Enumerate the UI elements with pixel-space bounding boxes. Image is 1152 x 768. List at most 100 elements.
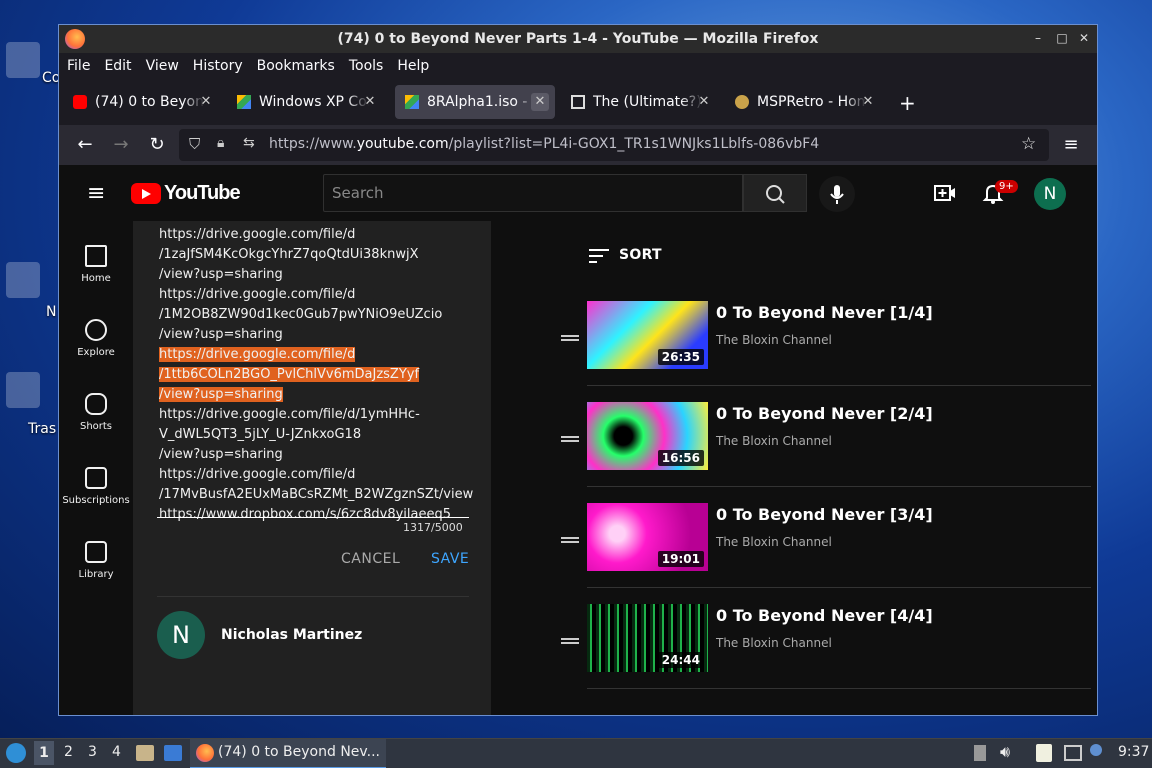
menu-view[interactable]: View bbox=[146, 58, 179, 74]
url-text: https://www.youtube.com/playlist?list=PL… bbox=[269, 136, 819, 152]
menu-edit[interactable]: Edit bbox=[104, 58, 131, 74]
title-bar[interactable]: (74) 0 to Beyond Never Parts 1-4 - YouTu… bbox=[59, 25, 1097, 53]
show-desktop-icon[interactable] bbox=[164, 745, 182, 761]
nav-subscriptions[interactable]: Subscriptions bbox=[59, 467, 133, 506]
menu-tools[interactable]: Tools bbox=[349, 58, 384, 74]
file-manager-icon[interactable] bbox=[136, 745, 154, 761]
owner-name[interactable]: Nicholas Martinez bbox=[221, 627, 362, 643]
tab-label: (74) 0 to Beyond Never Parts 1-4 - YouTu… bbox=[95, 94, 205, 110]
menu-help[interactable]: Help bbox=[397, 58, 429, 74]
storage-icon[interactable] bbox=[974, 745, 986, 761]
permissions-icon[interactable]: ⇆ bbox=[243, 135, 255, 151]
minimize-button[interactable]: – bbox=[1029, 29, 1047, 47]
tab-windows-xp[interactable]: Windows XP Community ✕ bbox=[227, 85, 385, 119]
taskbar-app-firefox[interactable]: (74) 0 to Beyond Nev... bbox=[190, 739, 386, 768]
notification-icon[interactable] bbox=[1090, 744, 1102, 756]
hamburger-menu-icon[interactable]: ≡ bbox=[1059, 133, 1083, 157]
youtube-logo[interactable]: YouTube bbox=[131, 182, 241, 205]
playlist-video-item[interactable]: 19:01 0 To Beyond Never [3/4] The Bloxin… bbox=[551, 503, 1091, 604]
nav-label: Home bbox=[81, 273, 111, 284]
forward-icon[interactable]: → bbox=[109, 133, 133, 157]
voice-search-button[interactable] bbox=[819, 176, 855, 212]
drag-handle-icon[interactable] bbox=[561, 537, 579, 543]
network-status-icon[interactable] bbox=[1064, 745, 1082, 761]
lock-icon[interactable]: 🔒︎ bbox=[217, 135, 224, 151]
clipboard-icon[interactable] bbox=[1036, 744, 1052, 762]
workspace-1[interactable]: 1 bbox=[34, 741, 54, 765]
video-channel[interactable]: The Bloxin Channel bbox=[716, 636, 832, 650]
bookmark-star-icon[interactable]: ☆ bbox=[1021, 134, 1036, 154]
desc-line-selected: https://drive.google.com/file/d bbox=[159, 347, 356, 362]
close-tab-icon[interactable]: ✕ bbox=[695, 93, 713, 111]
shield-icon[interactable]: ⛉ bbox=[189, 135, 200, 153]
sort-icon[interactable] bbox=[589, 247, 609, 269]
subscriptions-icon bbox=[85, 467, 107, 489]
start-menu-icon[interactable] bbox=[6, 743, 26, 763]
drag-handle-icon[interactable] bbox=[561, 335, 579, 341]
nav-home[interactable]: Home bbox=[59, 245, 133, 284]
tab-8ralpha[interactable]: 8RAlpha1.iso - Google Drive ✕ bbox=[395, 85, 555, 119]
playlist-video-item[interactable]: 26:35 0 To Beyond Never [1/4] The Bloxin… bbox=[551, 301, 1091, 402]
drag-handle-icon[interactable] bbox=[561, 436, 579, 442]
account-avatar[interactable]: N bbox=[1034, 178, 1066, 210]
clock[interactable]: 9:37 bbox=[1118, 744, 1149, 760]
desc-line: V_dWL5QT3_5jLY_U-JZnkxoG18 bbox=[159, 427, 362, 442]
video-title[interactable]: 0 To Beyond Never [3/4] bbox=[716, 505, 933, 524]
save-button[interactable]: SAVE bbox=[431, 551, 469, 567]
url-prefix: https://www. bbox=[269, 136, 357, 152]
home-icon bbox=[85, 245, 107, 267]
reload-icon[interactable]: ↻ bbox=[145, 133, 169, 157]
separator bbox=[587, 486, 1091, 487]
video-title[interactable]: 0 To Beyond Never [1/4] bbox=[716, 303, 933, 322]
menu-bookmarks[interactable]: Bookmarks bbox=[257, 58, 335, 74]
description-editor[interactable]: https://drive.google.com/file/d /1zaJfSM… bbox=[159, 225, 473, 525]
nav-label: Subscriptions bbox=[62, 495, 130, 506]
cancel-button[interactable]: CANCEL bbox=[341, 551, 400, 567]
network-icon[interactable] bbox=[6, 262, 40, 298]
computer-icon[interactable] bbox=[6, 42, 40, 78]
video-title[interactable]: 0 To Beyond Never [4/4] bbox=[716, 606, 933, 625]
nav-library[interactable]: Library bbox=[59, 541, 133, 580]
sort-button[interactable]: SORT bbox=[619, 247, 662, 263]
create-video-icon[interactable] bbox=[933, 181, 957, 209]
close-tab-icon[interactable]: ✕ bbox=[531, 93, 549, 111]
menu-file[interactable]: File bbox=[67, 58, 90, 74]
new-tab-button[interactable]: + bbox=[899, 91, 916, 115]
nav-explore[interactable]: Explore bbox=[59, 319, 133, 358]
workspace-2[interactable]: 2 bbox=[64, 744, 73, 760]
menu-history[interactable]: History bbox=[193, 58, 243, 74]
video-channel[interactable]: The Bloxin Channel bbox=[716, 333, 832, 347]
video-channel[interactable]: The Bloxin Channel bbox=[716, 434, 832, 448]
search-input[interactable]: Search bbox=[323, 174, 743, 212]
navigation-bar: ← → ↻ ⛉ 🔒︎ ⇆ https://www.youtube.com/pla… bbox=[59, 125, 1097, 165]
tab-archive[interactable]: The (Ultimate?) Archive ✕ bbox=[561, 85, 719, 119]
close-window-button[interactable]: ✕ bbox=[1075, 29, 1093, 47]
trash-icon[interactable] bbox=[6, 372, 40, 408]
url-bar[interactable]: ⛉ 🔒︎ ⇆ https://www.youtube.com/playlist?… bbox=[179, 129, 1049, 161]
video-title[interactable]: 0 To Beyond Never [2/4] bbox=[716, 404, 933, 423]
guide-menu-icon[interactable]: ≡ bbox=[87, 181, 105, 206]
workspace-4[interactable]: 4 bbox=[112, 744, 121, 760]
video-thumbnail[interactable]: 19:01 bbox=[587, 503, 708, 571]
owner-avatar[interactable]: N bbox=[157, 611, 205, 659]
nav-shorts[interactable]: Shorts bbox=[59, 393, 133, 432]
back-icon[interactable]: ← bbox=[73, 133, 97, 157]
video-thumbnail[interactable]: 26:35 bbox=[587, 301, 708, 369]
playlist-video-item[interactable]: 16:56 0 To Beyond Never [2/4] The Bloxin… bbox=[551, 402, 1091, 503]
close-tab-icon[interactable]: ✕ bbox=[859, 93, 877, 111]
close-tab-icon[interactable]: ✕ bbox=[361, 93, 379, 111]
close-tab-icon[interactable]: ✕ bbox=[197, 93, 215, 111]
tab-mspretro[interactable]: MSPRetro - Home ✕ bbox=[725, 85, 883, 119]
search-button[interactable] bbox=[743, 174, 807, 212]
drag-handle-icon[interactable] bbox=[561, 638, 579, 644]
video-duration: 26:35 bbox=[657, 349, 704, 365]
video-thumbnail[interactable]: 24:44 bbox=[587, 604, 708, 672]
window-title: (74) 0 to Beyond Never Parts 1-4 - YouTu… bbox=[337, 31, 819, 47]
maximize-button[interactable]: □ bbox=[1053, 29, 1071, 47]
video-thumbnail[interactable]: 16:56 bbox=[587, 402, 708, 470]
tab-youtube[interactable]: (74) 0 to Beyond Never Parts 1-4 - YouTu… bbox=[63, 85, 221, 119]
volume-icon[interactable]: 🔊︎ bbox=[1000, 742, 1010, 762]
video-channel[interactable]: The Bloxin Channel bbox=[716, 535, 832, 549]
playlist-video-item[interactable]: 24:44 0 To Beyond Never [4/4] The Bloxin… bbox=[551, 604, 1091, 705]
workspace-3[interactable]: 3 bbox=[88, 744, 97, 760]
